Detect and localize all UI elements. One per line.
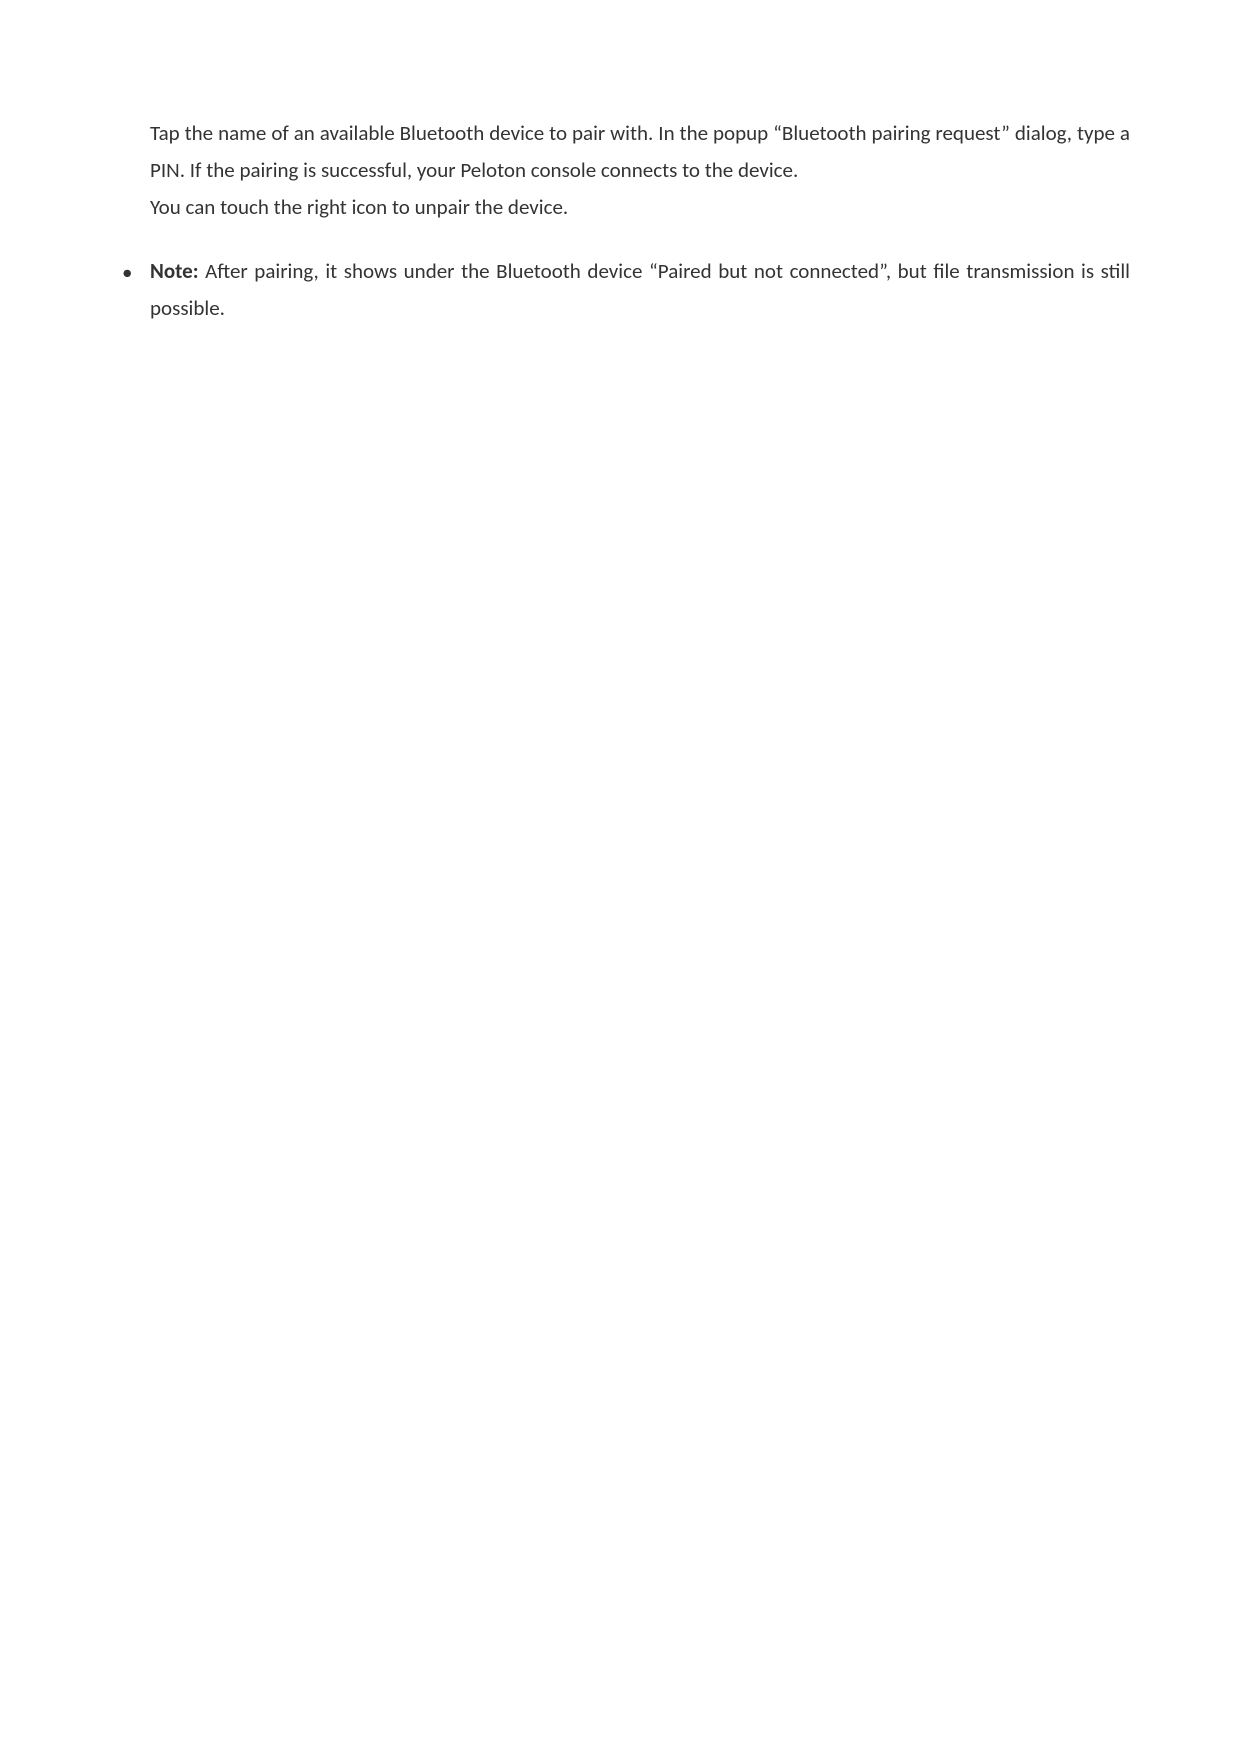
- paragraph-pairing-instructions: Tap the name of an available Bluetooth d…: [150, 115, 1130, 189]
- bullet-list-item: • Note: After pairing, it shows under th…: [110, 253, 1130, 327]
- bullet-marker: •: [110, 253, 150, 291]
- note-body: After pairing, it shows under the Blueto…: [150, 258, 1130, 321]
- bullet-text-content: Note: After pairing, it shows under the …: [150, 253, 1130, 327]
- indented-content-block: Tap the name of an available Bluetooth d…: [150, 115, 1130, 225]
- note-label: Note:: [150, 258, 199, 284]
- paragraph-unpair-instructions: You can touch the right icon to unpair t…: [150, 189, 1130, 226]
